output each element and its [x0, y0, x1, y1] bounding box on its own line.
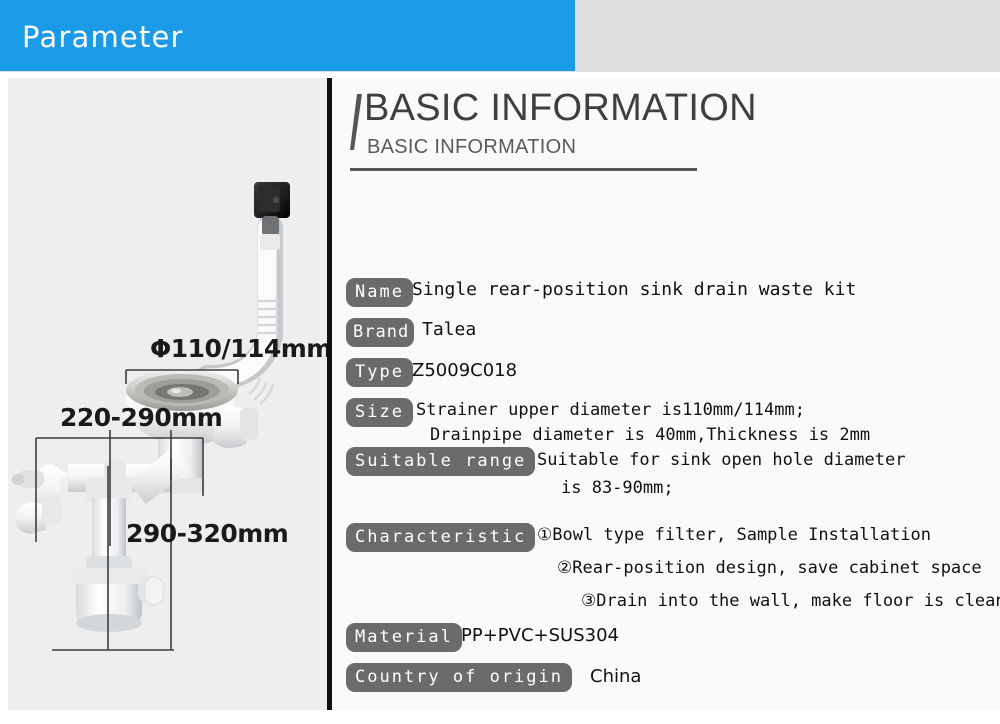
spec-value-characteristic-item2: ②Rear-position design, save cabinet spac…	[557, 558, 982, 578]
spec-value-country-of-origin: China	[590, 666, 642, 687]
spec-label-size: Size	[346, 398, 413, 427]
product-parameter-page: Parameter Φ110/114mm 220-290mm 290-320mm…	[0, 0, 1000, 724]
spec-value-size-line1: Strainer upper diameter is110mm/114mm;	[416, 400, 805, 420]
page-title: Parameter	[22, 20, 184, 54]
product-diagram	[12, 182, 290, 651]
spec-value-material: PP+PVC+SUS304	[461, 625, 619, 646]
spec-label-type: Type	[346, 358, 413, 387]
spec-label-material: Material	[346, 623, 462, 652]
section-rule	[350, 168, 697, 171]
bottle-trap-icon	[72, 568, 166, 632]
spec-value-size-line2: Drainpipe diameter is 40mm,Thickness is …	[430, 425, 871, 445]
spec-label-name: Name	[346, 278, 413, 307]
section-title: BASIC INFORMATION	[364, 87, 757, 129]
page-header: Parameter	[0, 0, 1000, 72]
spec-value-brand: Talea	[422, 319, 477, 340]
spec-value-type: Z5009C018	[412, 360, 518, 381]
spec-value-name: Single rear-position sink drain waste ki…	[412, 279, 857, 300]
spec-label-brand: Brand	[346, 318, 415, 347]
spec-label-suitable-range: Suitable range	[346, 447, 536, 476]
spec-label-country-of-origin: Country of origin	[346, 663, 572, 692]
spec-value-characteristic-item3: ③Drain into the wall, make floor is clea…	[581, 591, 1000, 611]
product-image-panel: Φ110/114mm 220-290mm 290-320mm	[8, 78, 327, 710]
dimension-label-diameter: Φ110/114mm	[150, 334, 327, 363]
specification-panel: BASIC INFORMATION BASIC INFORMATION Name…	[332, 78, 1000, 710]
spec-value-suitable-range-line1: Suitable for sink open hole diameter	[537, 450, 906, 470]
dimension-label-height: 290-320mm	[126, 519, 289, 548]
slash-accent-icon	[350, 94, 362, 150]
section-subtitle: BASIC INFORMATION	[367, 136, 577, 158]
dimension-label-width: 220-290mm	[60, 403, 223, 432]
spec-value-characteristic-item1: ①Bowl type filter, Sample Installation	[537, 525, 931, 545]
spec-value-suitable-range-line2: is 83-90mm;	[561, 478, 674, 498]
spec-label-characteristic: Characteristic	[346, 523, 536, 552]
